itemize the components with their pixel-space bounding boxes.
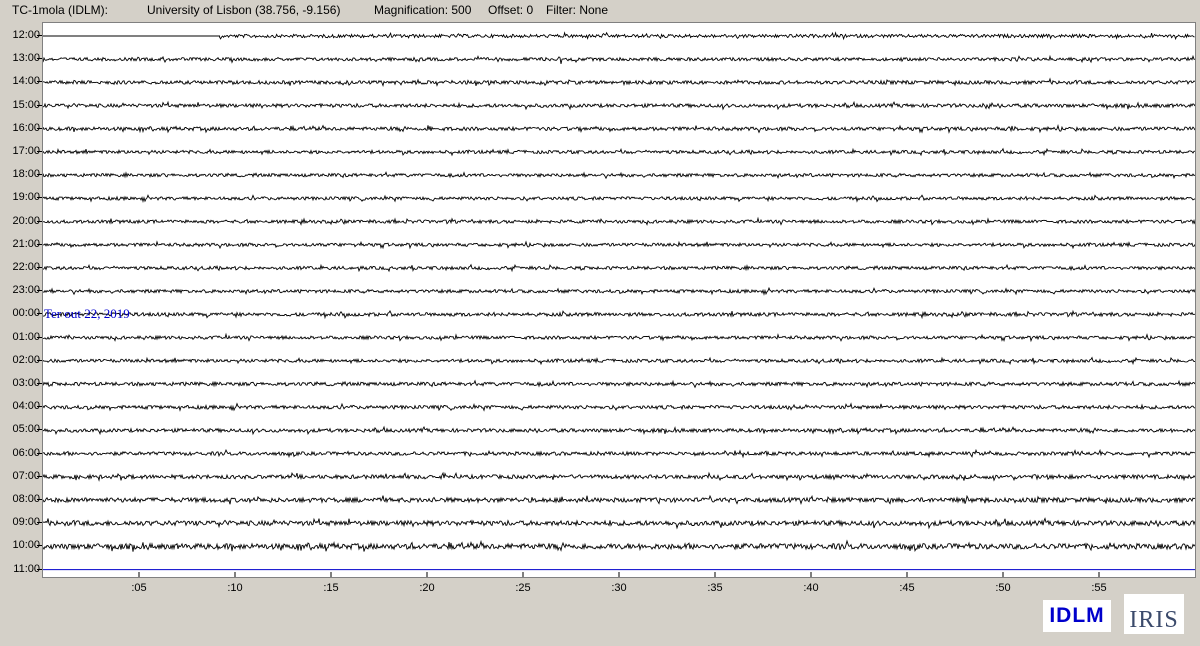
trace-row [43,54,1195,64]
idlm-logo: IDLM [1043,600,1111,632]
helicorder-plot [42,22,1196,578]
hour-label: 20:00 [12,214,40,227]
hour-label: 03:00 [12,377,40,389]
trace-row [43,263,1195,273]
minute-label: :30 [611,582,627,594]
minute-label: :55 [1091,582,1107,594]
hour-label: 09:00 [12,516,40,529]
trace-row [43,240,1195,250]
hour-label: 05:00 [12,423,40,436]
hour-label: 13:00 [12,52,40,65]
trace-row [43,332,1195,343]
hour-label: 11:00 [13,562,40,575]
header-bar: TC-1mola (IDLM): University of Lisbon (3… [0,0,1200,20]
hour-label: 02:00 [12,353,40,366]
minute-label: :25 [515,582,531,594]
trace-row [43,171,1195,180]
trace-row [43,77,1195,87]
hour-label: 15:00 [12,98,40,111]
hour-label: 16:00 [12,121,40,134]
trace-row [43,356,1195,366]
hour-label: 14:00 [12,75,40,88]
minute-label: :05 [131,582,147,594]
hour-label: 01:00 [12,330,40,343]
minute-label: :35 [707,582,723,594]
minute-label: :10 [227,582,243,594]
hour-label: 10:00 [12,539,40,552]
hour-label: 07:00 [12,469,40,482]
trace-row [43,494,1195,505]
trace-row [43,379,1195,389]
trace-row [43,471,1195,482]
hour-label: 23:00 [12,284,40,297]
trace-row [43,402,1195,412]
trace-row [43,425,1195,436]
station-label: TC-1mola (IDLM): [12,3,109,17]
hour-label: 22:00 [12,261,40,273]
trace-row [43,286,1195,296]
hour-label: 21:00 [12,237,40,250]
offset-label: Offset: 0 [488,3,534,17]
trace-row [43,517,1195,530]
hour-label: 18:00 [12,168,40,181]
trace-row [43,194,1195,204]
minute-label: :20 [419,582,435,594]
hour-label: 12:00 [12,29,40,41]
hour-label: 04:00 [12,400,40,413]
hour-label: 17:00 [12,145,40,157]
magnification-label: Magnification: 500 [374,3,472,17]
trace-row [43,31,1195,41]
minute-label: :50 [995,582,1011,594]
trace-row [43,539,1195,553]
filter-label: Filter: None [546,3,609,17]
minute-label: :15 [323,582,339,594]
date-annotation: Ter out 22, 2019 [44,306,130,321]
hour-label: 00:00 [12,307,40,320]
seismogram-traces [43,31,1195,577]
trace-row [43,448,1195,459]
trace-row [43,216,1195,226]
iris-logo: IRIS [1124,594,1184,634]
trace-row [43,100,1195,111]
minute-label: :40 [803,582,819,594]
trace-row [43,147,1195,157]
trace-row [43,309,1195,320]
hour-label: 08:00 [12,493,40,505]
hour-label: 19:00 [12,191,40,204]
location-label: University of Lisbon (38.756, -9.156) [147,3,341,17]
minute-label: :45 [899,582,915,594]
trace-row [43,124,1195,134]
hour-label: 06:00 [12,446,40,459]
